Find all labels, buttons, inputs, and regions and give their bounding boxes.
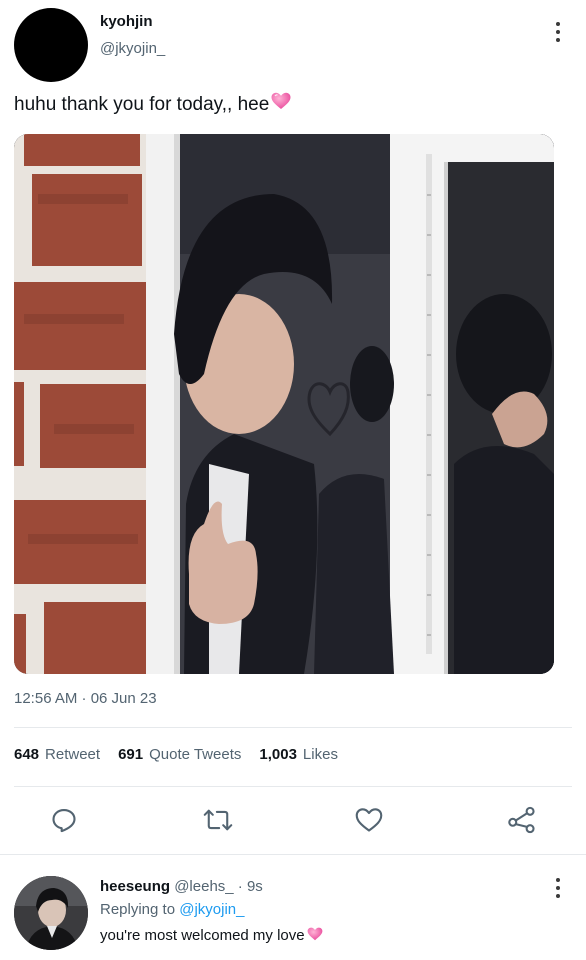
quotes-stat[interactable]: 691 Quote Tweets (118, 746, 241, 763)
tweet-photo[interactable] (14, 134, 554, 674)
likes-count: 1,003 (259, 746, 297, 763)
likes-stat[interactable]: 1,003 Likes (259, 746, 338, 763)
divider (0, 854, 586, 855)
author-handle[interactable]: @jkyojin_ (100, 40, 165, 57)
quotes-label: Quote Tweets (149, 746, 242, 763)
avatar[interactable] (14, 876, 88, 950)
tweet-header: kyohjin @jkyojin_ (14, 8, 572, 82)
reply-text: you're most welcomed my love (100, 927, 305, 944)
tweet-text-line: huhu thank you for today,, hee (14, 92, 291, 118)
reply-author-name[interactable]: heeseung (100, 878, 170, 895)
more-options-icon[interactable] (552, 22, 564, 42)
tweet-stats: 648 Retweet 691 Quote Tweets 1,003 Likes (14, 746, 338, 763)
reply-tweet[interactable]: heeseung @leehs_ · 9s Replying to @jkyoj… (14, 872, 572, 952)
replying-to: Replying to @jkyojin_ (100, 901, 244, 918)
retweet-icon[interactable] (202, 804, 234, 836)
reply-text-line: you're most welcomed my love (100, 927, 323, 945)
more-options-icon[interactable] (552, 878, 564, 898)
like-icon[interactable] (353, 804, 385, 836)
reply-header: heeseung @leehs_ · 9s (100, 878, 263, 895)
divider (14, 786, 572, 787)
replying-prefix: Replying to (100, 901, 176, 918)
photo-image (14, 134, 554, 674)
pink-heart-icon (271, 92, 291, 118)
reply-author-meta: @leehs_ · 9s (174, 878, 263, 895)
pink-heart-icon (307, 927, 323, 945)
author-name[interactable]: kyohjin (100, 13, 153, 30)
share-icon[interactable] (506, 804, 538, 836)
likes-label: Likes (302, 746, 338, 763)
tweet-timestamp[interactable]: 12:56 AM · 06 Jun 23 (14, 690, 157, 707)
retweets-count: 648 (14, 746, 40, 763)
replying-mention-link[interactable]: @jkyojin_ (179, 901, 244, 918)
avatar[interactable] (14, 8, 88, 82)
tweet-text: huhu thank you for today,, hee (14, 94, 270, 116)
reply-icon[interactable] (48, 804, 80, 836)
divider (14, 727, 572, 728)
action-bar (0, 800, 586, 840)
retweets-stat[interactable]: 648 Retweet (14, 746, 100, 763)
quotes-count: 691 (118, 746, 144, 763)
retweets-label: Retweet (45, 746, 101, 763)
